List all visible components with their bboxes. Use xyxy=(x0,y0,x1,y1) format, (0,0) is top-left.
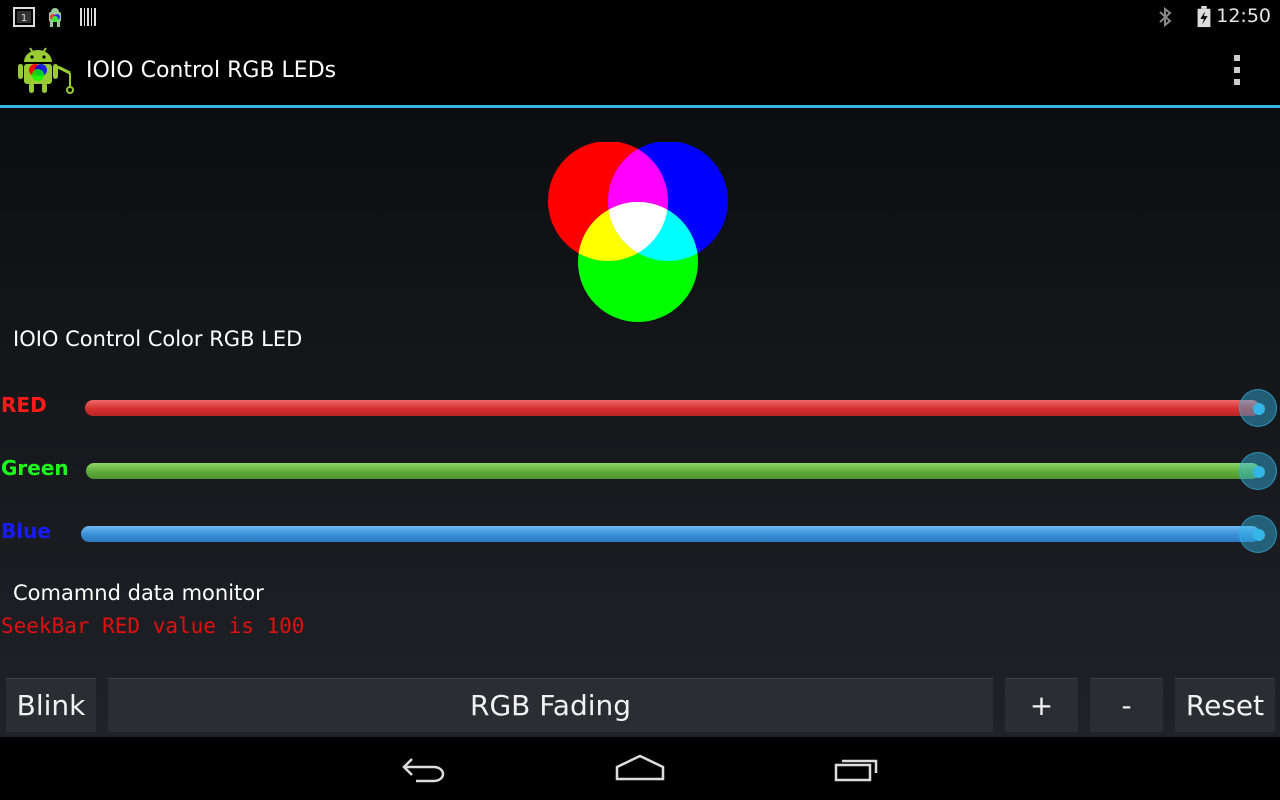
overflow-menu-icon[interactable] xyxy=(1226,53,1250,87)
rgb-color-venn-image xyxy=(548,142,728,322)
recent-apps-icon[interactable] xyxy=(832,751,884,785)
action-bar: IOIO Control RGB LEDs xyxy=(0,33,1280,108)
red-seekbar-thumb[interactable] xyxy=(1239,389,1277,427)
clock: 12:50 xyxy=(1216,5,1271,27)
red-seekbar-track[interactable] xyxy=(85,400,1260,416)
green-slider-label: Green xyxy=(1,456,69,480)
blink-button[interactable]: Blink xyxy=(6,678,96,732)
monitor-output: SeekBar RED value is 100 xyxy=(1,614,305,638)
navigation-bar xyxy=(0,737,1280,800)
section-title: IOIO Control Color RGB LED xyxy=(13,327,303,351)
plus-button[interactable]: + xyxy=(1005,678,1078,732)
android-rgb-app-icon[interactable] xyxy=(16,43,78,95)
green-seekbar-thumb[interactable] xyxy=(1239,452,1277,490)
blue-slider-label: Blue xyxy=(1,519,51,543)
device-screen: 1 12:50 IOIO Control RGB LEDs IOIO Contr… xyxy=(0,0,1280,800)
notification-1-icon: 1 xyxy=(13,7,35,27)
rgb-fading-button[interactable]: RGB Fading xyxy=(108,678,993,732)
blue-seekbar-track[interactable] xyxy=(81,526,1260,542)
monitor-title: Comamnd data monitor xyxy=(13,581,264,605)
status-bar: 1 12:50 xyxy=(0,0,1280,33)
app-title: IOIO Control RGB LEDs xyxy=(86,58,337,83)
barcode-icon xyxy=(80,8,96,26)
back-icon[interactable] xyxy=(398,751,450,785)
minus-button[interactable]: - xyxy=(1090,678,1163,732)
bluetooth-icon xyxy=(1159,6,1172,28)
home-icon[interactable] xyxy=(614,751,666,785)
green-seekbar-track[interactable] xyxy=(86,463,1260,479)
android-debug-icon xyxy=(49,8,61,27)
red-slider-label: RED xyxy=(1,393,47,417)
main-content: IOIO Control Color RGB LED RED Green Blu… xyxy=(0,108,1280,737)
battery-charging-icon xyxy=(1197,6,1211,28)
reset-button[interactable]: Reset xyxy=(1175,678,1275,732)
svg-text:1: 1 xyxy=(21,13,27,24)
blue-seekbar-thumb[interactable] xyxy=(1239,515,1277,553)
